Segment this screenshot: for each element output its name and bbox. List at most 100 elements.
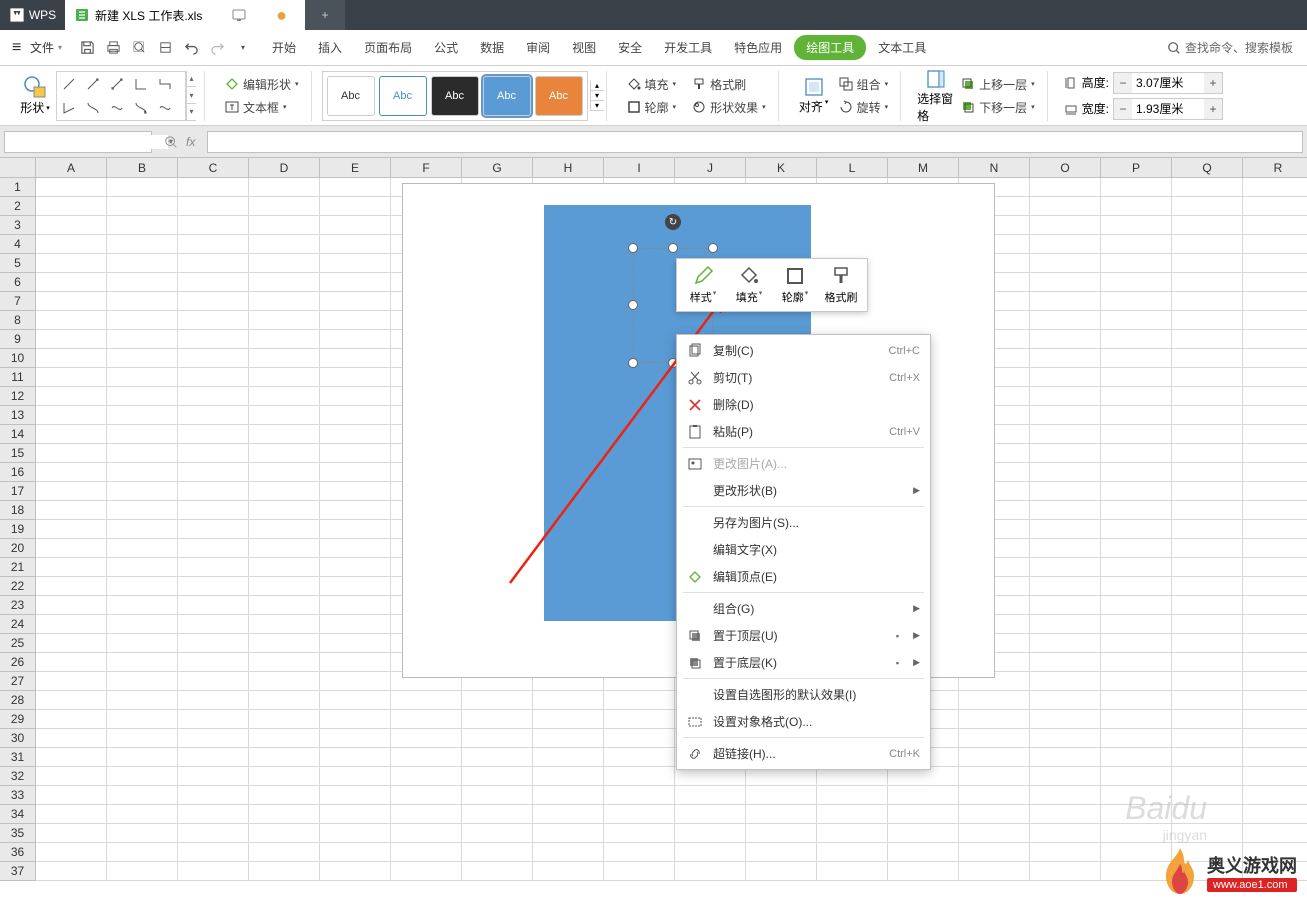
edit-shape-button[interactable]: 编辑形状▾	[221, 74, 303, 95]
cell[interactable]	[320, 843, 391, 862]
cell[interactable]	[36, 824, 107, 843]
cell[interactable]	[178, 539, 249, 558]
cell[interactable]	[320, 197, 391, 216]
cell[interactable]	[1101, 406, 1172, 425]
cell[interactable]	[1243, 805, 1307, 824]
cell[interactable]	[36, 501, 107, 520]
tab-pagelayout[interactable]: 页面布局	[354, 33, 422, 62]
cell[interactable]	[391, 786, 462, 805]
cell[interactable]	[320, 710, 391, 729]
cell[interactable]	[178, 729, 249, 748]
cell[interactable]	[36, 558, 107, 577]
cell[interactable]	[1030, 368, 1101, 387]
row-header[interactable]: 29	[0, 710, 36, 729]
cell[interactable]	[249, 577, 320, 596]
cell[interactable]	[107, 463, 178, 482]
cell[interactable]	[1172, 216, 1243, 235]
cell[interactable]	[1172, 178, 1243, 197]
cell[interactable]	[249, 691, 320, 710]
cell[interactable]	[746, 862, 817, 881]
cell[interactable]	[320, 178, 391, 197]
column-header[interactable]: M	[888, 158, 959, 178]
cell[interactable]	[1030, 577, 1101, 596]
cell[interactable]	[1101, 482, 1172, 501]
cell[interactable]	[1030, 482, 1101, 501]
cell[interactable]	[320, 406, 391, 425]
cell[interactable]	[462, 691, 533, 710]
ctx-group[interactable]: 组合(G) ▶	[677, 595, 930, 622]
cell[interactable]	[959, 843, 1030, 862]
cell[interactable]	[1030, 653, 1101, 672]
cell[interactable]	[1030, 691, 1101, 710]
cell[interactable]	[36, 710, 107, 729]
cell[interactable]	[249, 634, 320, 653]
cell[interactable]	[604, 843, 675, 862]
cell[interactable]	[1243, 311, 1307, 330]
cell[interactable]	[36, 178, 107, 197]
cell[interactable]	[36, 273, 107, 292]
cell[interactable]	[1243, 216, 1307, 235]
row-header[interactable]: 11	[0, 368, 36, 387]
cell[interactable]	[178, 368, 249, 387]
cell[interactable]	[1030, 634, 1101, 653]
cell[interactable]	[604, 786, 675, 805]
cell[interactable]	[178, 235, 249, 254]
cell[interactable]	[178, 254, 249, 273]
qat-more-button[interactable]: ▾	[232, 37, 254, 59]
cell[interactable]	[107, 254, 178, 273]
cell[interactable]	[533, 710, 604, 729]
cell[interactable]	[1172, 235, 1243, 254]
cell[interactable]	[178, 634, 249, 653]
cell[interactable]	[249, 406, 320, 425]
cell[interactable]	[959, 710, 1030, 729]
cell[interactable]	[817, 824, 888, 843]
ctx-hyperlink[interactable]: 超链接(H)... Ctrl+K	[677, 740, 930, 767]
cell[interactable]	[1030, 406, 1101, 425]
cell[interactable]	[320, 368, 391, 387]
cell[interactable]	[107, 786, 178, 805]
cell[interactable]	[107, 653, 178, 672]
style-gallery-scroll[interactable]: ▴▾▾	[590, 81, 604, 111]
rotate-button[interactable]: 旋转▾	[835, 97, 893, 118]
cell[interactable]	[462, 767, 533, 786]
cell[interactable]	[1243, 292, 1307, 311]
cell[interactable]	[1030, 349, 1101, 368]
cell[interactable]	[249, 425, 320, 444]
cell[interactable]	[178, 311, 249, 330]
cell[interactable]	[1030, 539, 1101, 558]
cell[interactable]	[533, 843, 604, 862]
cell[interactable]	[391, 748, 462, 767]
cell[interactable]	[178, 520, 249, 539]
row-header[interactable]: 37	[0, 862, 36, 881]
cell[interactable]	[178, 596, 249, 615]
cell[interactable]	[249, 615, 320, 634]
cell[interactable]	[249, 539, 320, 558]
column-header[interactable]: O	[1030, 158, 1101, 178]
cell[interactable]	[249, 330, 320, 349]
cell[interactable]	[675, 862, 746, 881]
cell[interactable]	[1243, 330, 1307, 349]
cell[interactable]	[1101, 235, 1172, 254]
cell[interactable]	[249, 558, 320, 577]
cell[interactable]	[107, 767, 178, 786]
cell[interactable]	[320, 786, 391, 805]
cell[interactable]	[1030, 748, 1101, 767]
cell[interactable]	[746, 786, 817, 805]
column-header[interactable]: H	[533, 158, 604, 178]
cell[interactable]	[391, 691, 462, 710]
tab-special[interactable]: 特色应用	[724, 33, 792, 62]
cell[interactable]	[1101, 349, 1172, 368]
cell[interactable]	[107, 843, 178, 862]
style-preset-4-selected[interactable]: Abc	[483, 76, 531, 116]
tab-data[interactable]: 数据	[470, 33, 514, 62]
cell[interactable]	[1101, 197, 1172, 216]
cell[interactable]	[1243, 520, 1307, 539]
cell[interactable]	[178, 178, 249, 197]
cell[interactable]	[36, 767, 107, 786]
tab-insert[interactable]: 插入	[308, 33, 352, 62]
cell[interactable]	[320, 862, 391, 881]
cell[interactable]	[320, 216, 391, 235]
undo-button[interactable]	[180, 37, 202, 59]
cell[interactable]	[107, 444, 178, 463]
cell[interactable]	[1172, 330, 1243, 349]
